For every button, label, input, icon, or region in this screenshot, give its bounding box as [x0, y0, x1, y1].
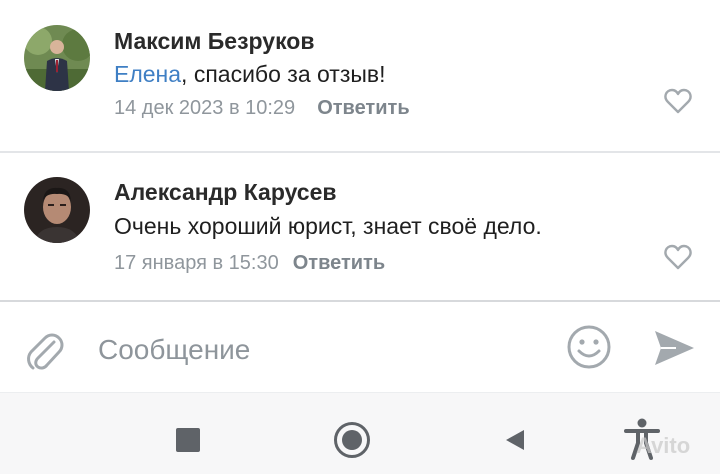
paperclip-icon[interactable]	[24, 328, 64, 372]
avatar[interactable]	[24, 25, 90, 91]
send-arrow-icon[interactable]	[652, 328, 696, 368]
back-triangle-icon[interactable]	[502, 427, 528, 453]
heart-outline-icon[interactable]	[664, 244, 692, 270]
comment-meta: 17 января в 15:30 Ответить	[114, 252, 385, 275]
comment-item: Максим Безруков Елена, спасибо за отзыв!…	[0, 0, 720, 152]
recents-square-icon[interactable]	[176, 428, 200, 452]
comment-author[interactable]: Александр Карусев	[114, 179, 337, 206]
message-input[interactable]	[98, 330, 538, 370]
comment-date: 17 января в 15:30	[114, 252, 279, 274]
comment-author[interactable]: Максим Безруков	[114, 28, 314, 55]
comment-text: Елена, спасибо за отзыв!	[114, 61, 386, 88]
smiley-icon[interactable]	[566, 324, 612, 370]
reply-button[interactable]: Ответить	[293, 252, 385, 274]
avatar[interactable]	[24, 177, 90, 243]
heart-outline-icon[interactable]	[664, 88, 692, 114]
comment-text: Очень хороший юрист, знает своё дело.	[114, 213, 542, 239]
message-composer	[0, 300, 720, 392]
comment-text-body: , спасибо за отзыв!	[181, 61, 386, 87]
avito-watermark: Avito	[636, 433, 691, 458]
comment-item: Александр Карусев Очень хороший юрист, з…	[0, 153, 720, 300]
system-nav-bar: Avito	[0, 392, 720, 474]
comment-date: 14 дек 2023 в 10:29	[114, 97, 296, 119]
mention-link[interactable]: Елена	[114, 61, 181, 87]
reply-button[interactable]: Ответить	[317, 97, 409, 119]
comment-meta: 14 дек 2023 в 10:29 Ответить	[114, 97, 410, 120]
home-circle-icon[interactable]	[334, 422, 370, 458]
